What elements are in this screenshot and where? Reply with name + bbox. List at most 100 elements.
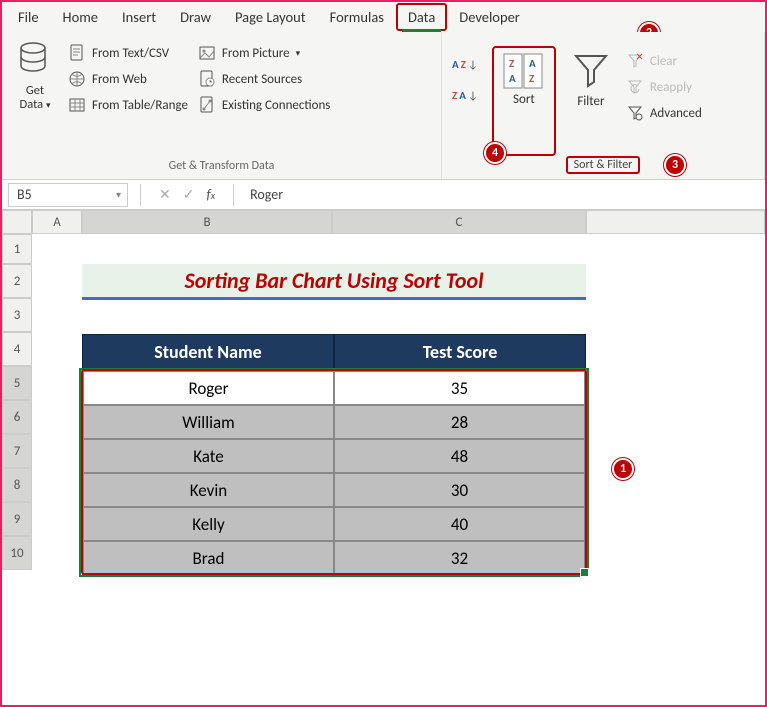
table-row: Roger 35 [83, 371, 585, 405]
clear-filter-icon [626, 52, 644, 70]
row-header-6[interactable]: 6 [2, 400, 32, 434]
cell-name[interactable]: Roger [83, 371, 334, 405]
step-badge-3: 3 [664, 154, 686, 176]
from-web-label: From Web [92, 72, 147, 87]
row-header-7[interactable]: 7 [2, 434, 32, 468]
svg-text:A: A [529, 57, 536, 70]
tab-page-layout[interactable]: Page Layout [223, 3, 318, 31]
reapply-filter-button[interactable]: Reapply [626, 78, 702, 96]
col-header-blank[interactable] [586, 210, 765, 234]
sort-button[interactable]: Z A A Z Sort [492, 46, 556, 156]
col-header-B[interactable]: B [82, 210, 332, 234]
from-picture-label: From Picture [222, 46, 290, 61]
tab-developer[interactable]: Developer [447, 3, 532, 31]
cancel-formula-icon[interactable]: ✕ [159, 186, 171, 203]
data-table: Student Name Test Score Roger 35 William… [82, 334, 586, 576]
table-header-name[interactable]: Student Name [82, 334, 334, 370]
recent-sources-button[interactable]: Recent Sources [198, 70, 330, 88]
row-header-9[interactable]: 9 [2, 502, 32, 536]
tab-insert[interactable]: Insert [110, 3, 168, 31]
row-header-1[interactable]: 1 [2, 234, 32, 264]
step-badge-1: 1 [612, 458, 634, 480]
chevron-down-icon: ▾ [46, 100, 51, 111]
name-box[interactable]: B5 [8, 183, 128, 207]
group-label-sort-filter: Sort & Filter [566, 156, 641, 174]
globe-icon [68, 70, 86, 88]
advanced-label: Advanced [650, 106, 702, 121]
picture-icon [198, 44, 216, 62]
sheet-title-cell[interactable]: Sorting Bar Chart Using Sort Tool [82, 264, 586, 300]
row-header-3[interactable]: 3 [2, 298, 32, 332]
col-header-A[interactable]: A [32, 210, 82, 234]
table-icon [68, 96, 86, 114]
tab-home[interactable]: Home [51, 3, 110, 31]
ribbon-tabs: File Home Insert Draw Page Layout Formul… [2, 2, 765, 32]
cell-score[interactable]: 30 [334, 473, 585, 507]
clear-filter-button[interactable]: Clear [626, 52, 702, 70]
fx-icon[interactable]: fx [206, 186, 215, 203]
name-box-value: B5 [17, 186, 32, 203]
table-row: William 28 [83, 405, 585, 439]
cell-score[interactable]: 40 [334, 507, 585, 541]
cell-score[interactable]: 32 [334, 541, 585, 575]
from-web-button[interactable]: From Web [68, 70, 188, 88]
existing-connections-button[interactable]: Existing Connections [198, 96, 330, 114]
funnel-icon [571, 50, 611, 90]
tab-file[interactable]: File [6, 3, 51, 31]
chevron-down-icon: ▾ [296, 48, 301, 59]
svg-text:Z: Z [509, 57, 515, 70]
col-header-C[interactable]: C [332, 210, 586, 234]
table-row: Kevin 30 [83, 473, 585, 507]
get-data-button[interactable]: Get Data ▾ [12, 40, 58, 159]
row-header-8[interactable]: 8 [2, 468, 32, 502]
row-headers: 1 2 3 4 5 6 7 8 9 10 [2, 234, 32, 570]
connections-icon [198, 96, 216, 114]
sort-za-icon: Z [452, 89, 457, 102]
row-header-2[interactable]: 2 [2, 264, 32, 298]
from-table-range-button[interactable]: From Table/Range [68, 96, 188, 114]
advanced-filter-button[interactable]: Advanced [626, 104, 702, 122]
recent-sources-label: Recent Sources [222, 72, 302, 87]
sort-dialog-icon: Z A A Z [502, 52, 546, 90]
cell-score[interactable]: 48 [334, 439, 585, 473]
sort-asc-button[interactable]: AZ↓ [452, 58, 478, 71]
cell-name[interactable]: Brad [83, 541, 334, 575]
clock-file-icon [198, 70, 216, 88]
svg-text:Z: Z [529, 72, 535, 85]
cell-score[interactable]: 28 [334, 405, 585, 439]
formula-value[interactable]: Roger [240, 186, 765, 203]
table-header-score[interactable]: Test Score [334, 334, 586, 370]
database-icon [18, 40, 52, 80]
cell-score[interactable]: 35 [334, 371, 585, 405]
from-text-csv-button[interactable]: From Text/CSV [68, 44, 188, 62]
filter-label: Filter [564, 94, 618, 109]
from-picture-button[interactable]: From Picture ▾ [198, 44, 330, 62]
advanced-filter-icon [626, 104, 644, 122]
table-row: Kate 48 [83, 439, 585, 473]
sort-az-icon: A [452, 58, 459, 71]
filter-button[interactable]: Filter [564, 40, 618, 156]
from-table-range-label: From Table/Range [92, 98, 188, 113]
spreadsheet-grid: A B C 1 2 3 4 5 6 7 8 9 10 Sorting Bar C… [2, 210, 765, 234]
existing-connections-label: Existing Connections [222, 98, 330, 113]
row-header-5[interactable]: 5 [2, 366, 32, 400]
group-get-transform-data: Get Data ▾ From Text/CSV From Web From T… [2, 32, 442, 179]
cell-name[interactable]: Kate [83, 439, 334, 473]
column-headers: A B C [2, 210, 765, 234]
get-data-label: Get Data [20, 83, 45, 112]
row-header-4[interactable]: 4 [2, 332, 32, 366]
tab-formulas[interactable]: Formulas [318, 3, 396, 31]
tab-data[interactable]: Data [396, 3, 447, 31]
svg-text:A: A [509, 72, 516, 85]
cell-name[interactable]: Kelly [83, 507, 334, 541]
table-row: Kelly 40 [83, 507, 585, 541]
cell-name[interactable]: William [83, 405, 334, 439]
accept-formula-icon[interactable]: ✓ [183, 186, 195, 203]
step-badge-4: 4 [484, 142, 506, 164]
cell-name[interactable]: Kevin [83, 473, 334, 507]
sort-desc-button[interactable]: ZA↓ [452, 89, 478, 102]
row-header-10[interactable]: 10 [2, 536, 32, 570]
select-all-corner[interactable] [2, 210, 32, 234]
tab-draw[interactable]: Draw [168, 3, 223, 31]
reapply-icon [626, 78, 644, 96]
